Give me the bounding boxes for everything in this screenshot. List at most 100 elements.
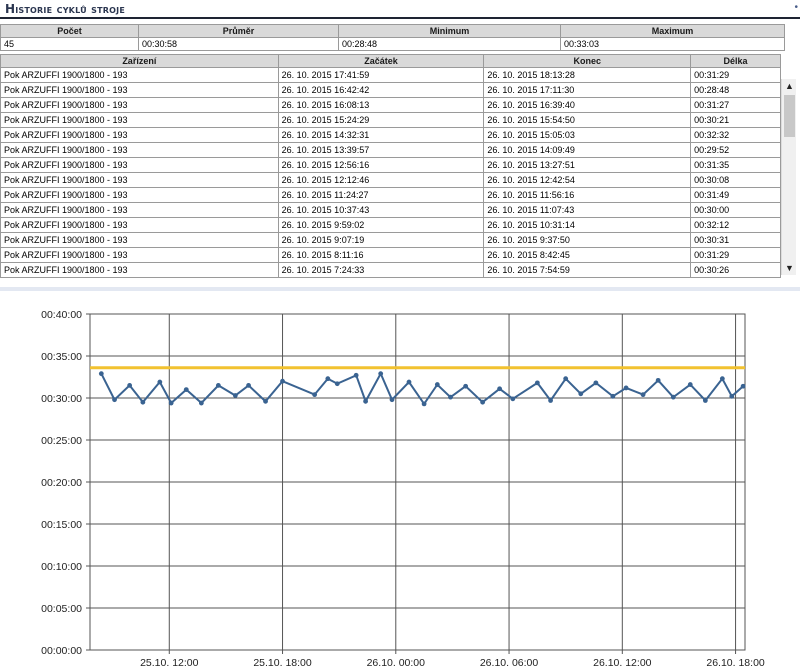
table-row[interactable]: Pok ARZUFFI 1900/1800 - 193 26. 10. 2015 … [0,187,781,203]
x-tick-label: 26.10. 18:00 [706,657,765,669]
cell-end: 26. 10. 2015 15:05:03 [483,127,692,143]
data-point [112,397,117,403]
cell-end: 26. 10. 2015 17:11:30 [483,82,692,98]
x-tick-label: 26.10. 06:00 [480,657,539,669]
cell-device: Pok ARZUFFI 1900/1800 - 193 [0,217,279,233]
list-scrollbar[interactable]: ▲ ▼ [781,79,796,275]
data-point [480,399,486,405]
table-row[interactable]: Pok ARZUFFI 1900/1800 - 193 26. 10. 2015 … [0,232,781,248]
cell-end: 26. 10. 2015 11:07:43 [483,202,692,218]
table-row[interactable]: Pok ARZUFFI 1900/1800 - 193 26. 10. 2015 … [0,172,781,188]
summary-table: Počet Průměr Minimum Maximum 45 00:30:58… [0,24,785,51]
data-point [702,398,708,403]
cell-device: Pok ARZUFFI 1900/1800 - 193 [0,127,279,143]
table-row[interactable]: Pok ARZUFFI 1900/1800 - 193 26. 10. 2015 … [0,82,781,98]
data-point [389,397,395,403]
cell-device: Pok ARZUFFI 1900/1800 - 193 [0,262,279,278]
cell-device: Pok ARZUFFI 1900/1800 - 193 [0,247,279,263]
column-header-start[interactable]: Začátek [277,54,485,68]
table-row[interactable]: Pok ARZUFFI 1900/1800 - 193 26. 10. 2015 … [0,217,781,233]
table-row[interactable]: Pok ARZUFFI 1900/1800 - 193 26. 10. 2015 … [0,262,781,278]
data-point [183,387,189,392]
chevron-up-icon[interactable]: ▲ [782,79,797,93]
cell-start: 26. 10. 2015 8:11:16 [277,247,485,263]
cell-start: 26. 10. 2015 11:24:27 [277,187,485,203]
cell-device: Pok ARZUFFI 1900/1800 - 193 [0,172,279,188]
cell-end: 26. 10. 2015 10:31:14 [483,217,692,233]
cell-end: 26. 10. 2015 11:56:16 [483,187,692,203]
cell-duration: 00:32:12 [690,217,781,233]
cell-duration: 00:30:26 [690,262,781,278]
data-point [593,380,599,386]
column-header-duration[interactable]: Délka [690,54,781,68]
cell-end: 26. 10. 2015 18:13:28 [483,67,692,83]
table-row[interactable]: Pok ARZUFFI 1900/1800 - 193 26. 10. 2015 … [0,97,781,113]
y-tick-label: 00:05:00 [41,603,82,615]
data-point [655,377,661,383]
data-point [434,382,440,387]
y-tick-label: 00:25:00 [41,435,82,447]
chevron-down-icon[interactable]: ▼ [782,261,797,275]
panel-separator [0,287,800,291]
scrollbar-thumb[interactable] [784,95,795,137]
table-row[interactable]: Pok ARZUFFI 1900/1800 - 193 26. 10. 2015 … [0,247,781,263]
table-row[interactable]: Pok ARZUFFI 1900/1800 - 193 26. 10. 2015 … [0,202,781,218]
data-point [548,398,553,403]
cell-device: Pok ARZUFFI 1900/1800 - 193 [0,232,279,248]
data-point [140,399,146,405]
data-point [687,382,693,387]
page-title: Historie cyklů stroje [5,2,125,16]
column-header-end[interactable]: Konec [483,54,692,68]
cell-start: 26. 10. 2015 9:07:19 [277,232,485,248]
cell-duration: 00:28:48 [690,82,781,98]
cell-duration: 00:30:31 [690,232,781,248]
cell-device: Pok ARZUFFI 1900/1800 - 193 [0,97,279,113]
summary-header-minimum: Minimum [338,24,561,38]
x-tick-label: 26.10. 12:00 [593,657,652,669]
y-tick-label: 00:30:00 [41,393,82,405]
cell-duration: 00:30:08 [690,172,781,188]
y-tick-label: 00:00:00 [41,645,82,657]
y-tick-label: 00:20:00 [41,477,82,489]
table-row[interactable]: Pok ARZUFFI 1900/1800 - 193 26. 10. 2015 … [0,127,781,143]
cell-duration: 00:31:27 [690,97,781,113]
data-point [334,381,340,387]
data-point [168,400,174,406]
data-point [534,380,540,386]
title-bar: Historie cyklů stroje • [0,0,800,19]
cell-end: 26. 10. 2015 16:39:40 [483,97,692,113]
y-tick-label: 00:15:00 [41,519,82,531]
data-point [246,383,251,388]
corner-mark-icon: • [794,2,798,13]
data-point [729,393,735,399]
cell-device: Pok ARZUFFI 1900/1800 - 193 [0,112,279,128]
data-point [610,393,616,399]
cell-end: 26. 10. 2015 8:42:45 [483,247,692,263]
table-row[interactable]: Pok ARZUFFI 1900/1800 - 193 26. 10. 2015 … [0,112,781,128]
summary-minimum-value: 00:28:48 [338,37,561,51]
data-point [378,371,384,377]
table-row[interactable]: Pok ARZUFFI 1900/1800 - 193 26. 10. 2015 … [0,142,781,158]
cycle-table: Zařízení Začátek Konec Délka Pok ARZUFFI… [0,54,781,278]
cell-end: 26. 10. 2015 13:27:51 [483,157,692,173]
data-point [448,394,453,400]
data-point [363,398,368,404]
column-header-device[interactable]: Zařízení [0,54,279,68]
cycle-list[interactable]: Zařízení Začátek Konec Délka Pok ARZUFFI… [0,54,781,286]
cell-start: 26. 10. 2015 9:59:02 [277,217,485,233]
data-point [215,383,221,388]
data-point [421,401,427,407]
cell-device: Pok ARZUFFI 1900/1800 - 193 [0,157,279,173]
y-tick-label: 00:10:00 [41,561,82,573]
cell-start: 26. 10. 2015 12:56:16 [277,157,485,173]
cell-end: 26. 10. 2015 15:54:50 [483,112,692,128]
title-underline [0,17,800,19]
table-row[interactable]: Pok ARZUFFI 1900/1800 - 193 26. 10. 2015 … [0,67,781,83]
data-point [497,386,503,392]
summary-header-row: Počet Průměr Minimum Maximum [0,24,785,38]
cycle-duration-chart: 00:40:00 00:35:00 00:30:00 00:25:00 00:20:00… [41,309,765,669]
y-tick-label: 00:35:00 [41,351,82,363]
data-point [719,376,725,382]
cell-duration: 00:30:21 [690,112,781,128]
table-row[interactable]: Pok ARZUFFI 1900/1800 - 193 26. 10. 2015 … [0,157,781,173]
